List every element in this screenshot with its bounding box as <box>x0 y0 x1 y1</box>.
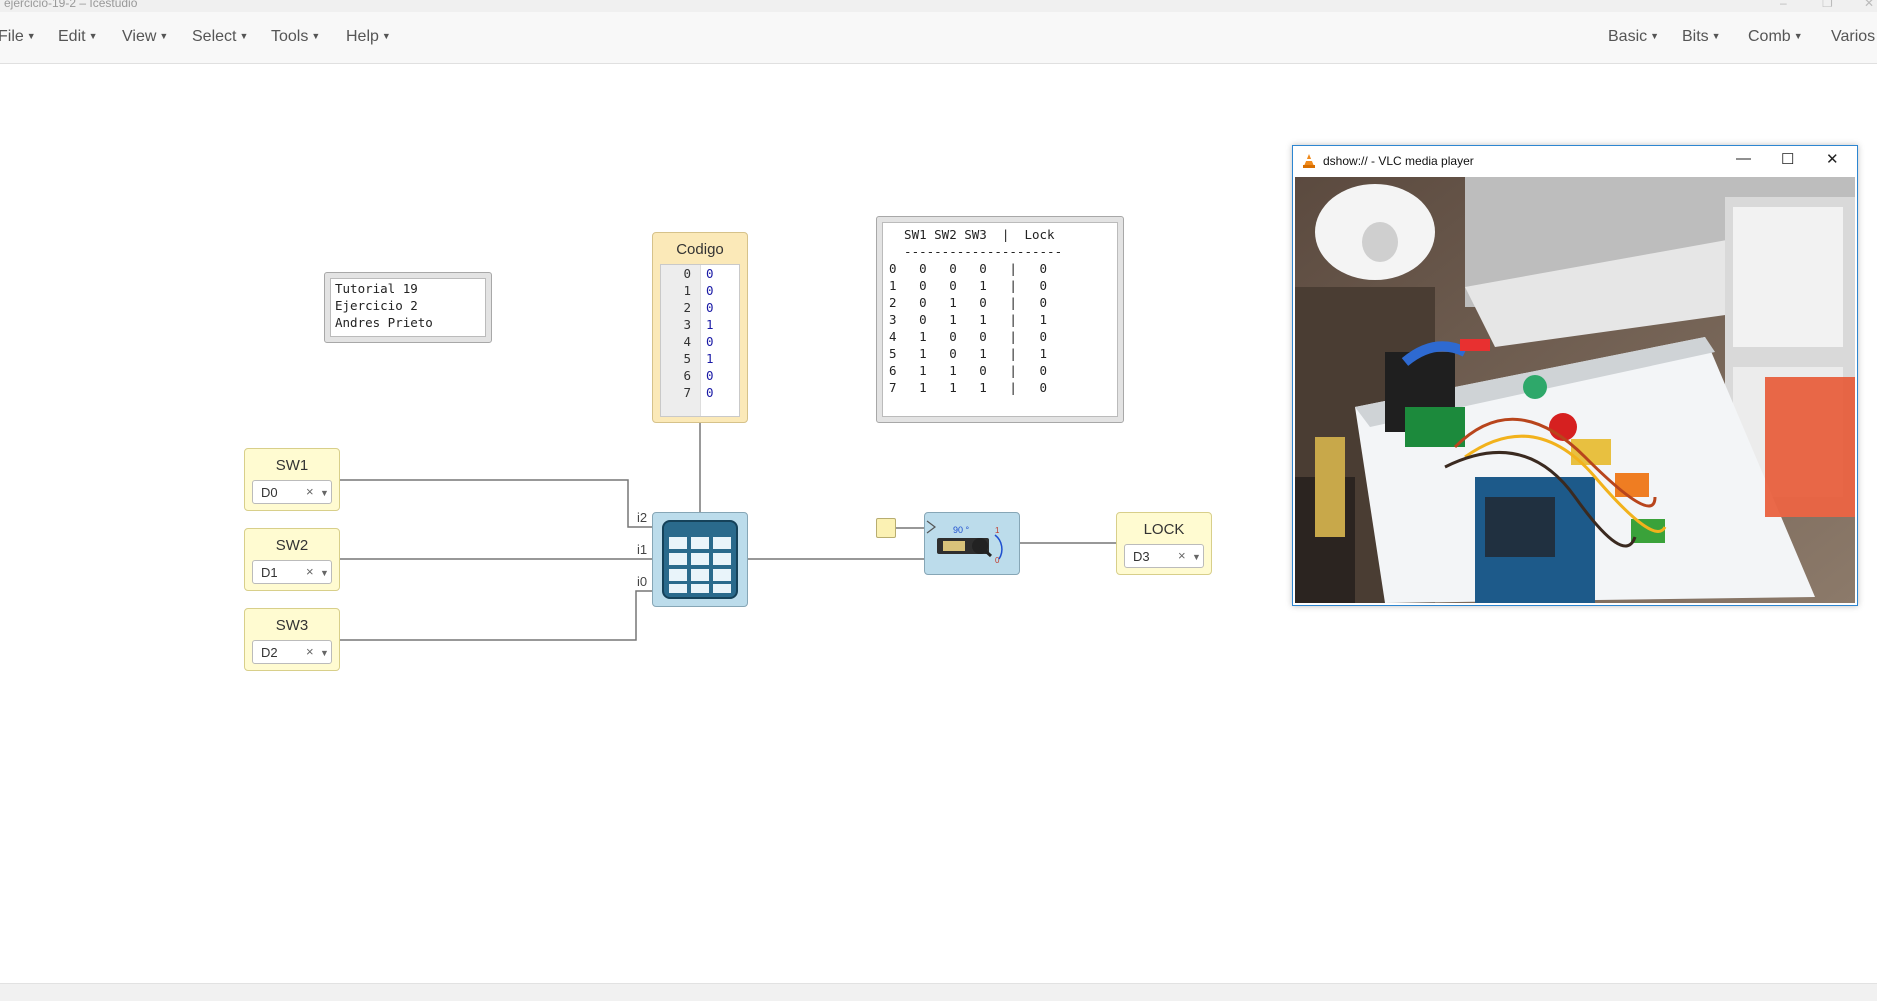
memory-address: 1 <box>683 283 691 298</box>
vlc-maximize-button[interactable]: ☐ <box>1781 150 1794 168</box>
servo-block[interactable]: 90 ° 1 0 <box>924 512 1020 575</box>
memory-address: 5 <box>683 351 691 366</box>
memory-value: 0 <box>706 300 714 315</box>
block-label: Codigo <box>676 241 724 258</box>
block-label: SW3 <box>275 617 309 634</box>
clear-icon[interactable]: × <box>1178 548 1186 563</box>
block-label: SW2 <box>275 537 309 554</box>
pin-select[interactable]: D0 × ▼ <box>252 480 332 504</box>
memory-value: 0 <box>706 283 714 298</box>
vlc-cone-icon <box>1303 154 1315 168</box>
vlc-window[interactable]: dshow:// - VLC media player — ☐ ✕ <box>1292 145 1858 606</box>
input-block-sw2[interactable]: SW2 D1 × ▼ <box>244 528 340 591</box>
clear-icon[interactable]: × <box>306 564 314 579</box>
memory-row: 51 <box>661 351 741 368</box>
table-icon <box>662 520 738 599</box>
memory-row: 70 <box>661 385 741 402</box>
pin-value: D0 <box>261 485 278 500</box>
comment-note[interactable]: Tutorial 19 Ejercicio 2 Andres Prieto <box>324 272 492 343</box>
pin-value: D1 <box>261 565 278 580</box>
chevron-down-icon[interactable]: ▼ <box>320 648 329 658</box>
memory-address: 4 <box>683 334 691 349</box>
memory-row: 20 <box>661 300 741 317</box>
port-label-i2: i2 <box>637 510 648 525</box>
note-line: Andres Prieto <box>335 315 433 330</box>
pin-select[interactable]: D1 × ▼ <box>252 560 332 584</box>
constant-block[interactable] <box>876 518 896 538</box>
camera-feed-image <box>1295 177 1855 603</box>
memory-editor[interactable]: 00 10 20 31 40 51 60 70 <box>660 264 740 417</box>
vlc-titlebar[interactable]: dshow:// - VLC media player — ☐ ✕ <box>1293 146 1857 176</box>
status-bar <box>0 983 1877 1001</box>
pin-value: D2 <box>261 645 278 660</box>
pin-select[interactable]: D3 × ▼ <box>1124 544 1204 568</box>
memory-row: 00 <box>661 266 741 283</box>
pin-value: D3 <box>1133 549 1150 564</box>
pin-select[interactable]: D2 × ▼ <box>252 640 332 664</box>
memory-address: 2 <box>683 300 691 315</box>
wire-sw1[interactable] <box>340 479 652 528</box>
codigo-memory-block[interactable]: Codigo 00 10 20 31 40 51 60 70 <box>652 232 748 423</box>
vlc-close-button[interactable]: ✕ <box>1826 150 1839 168</box>
input-block-sw3[interactable]: SW3 D2 × ▼ <box>244 608 340 671</box>
block-label: SW1 <box>275 457 309 474</box>
memory-row: 60 <box>661 368 741 385</box>
truth-table-text: SW1 SW2 SW3 | Lock ---------------------… <box>882 222 1118 417</box>
memory-address: 3 <box>683 317 691 332</box>
memory-value: 0 <box>706 334 714 349</box>
note-text: Tutorial 19 Ejercicio 2 Andres Prieto <box>330 278 486 337</box>
memory-value: 0 <box>706 266 714 281</box>
clear-icon[interactable]: × <box>306 644 314 659</box>
port-label-i0: i0 <box>637 574 648 589</box>
memory-row: 10 <box>661 283 741 300</box>
rom-block[interactable] <box>652 512 748 607</box>
input-block-sw1[interactable]: SW1 D0 × ▼ <box>244 448 340 511</box>
note-line: Tutorial 19 <box>335 281 418 296</box>
memory-value: 1 <box>706 351 714 366</box>
memory-value: 0 <box>706 385 714 400</box>
note-line: Ejercicio 2 <box>335 298 418 313</box>
wire-sw3[interactable] <box>340 590 652 641</box>
memory-value: 0 <box>706 368 714 383</box>
chevron-down-icon[interactable]: ▼ <box>1192 552 1201 562</box>
servo-angle-label: 90 ° <box>953 525 970 535</box>
clear-icon[interactable]: × <box>306 484 314 499</box>
memory-address: 7 <box>683 385 691 400</box>
truth-table-note[interactable]: SW1 SW2 SW3 | Lock ---------------------… <box>876 216 1124 423</box>
chevron-down-icon[interactable]: ▼ <box>320 568 329 578</box>
port-label-i1: i1 <box>637 542 648 557</box>
memory-value: 1 <box>706 317 714 332</box>
video-frame[interactable] <box>1295 177 1855 603</box>
memory-address: 0 <box>683 266 691 281</box>
vlc-title: dshow:// - VLC media player <box>1323 154 1474 168</box>
memory-row: 40 <box>661 334 741 351</box>
vlc-minimize-button[interactable]: — <box>1736 150 1751 167</box>
block-label: LOCK <box>1143 521 1185 538</box>
memory-address: 6 <box>683 368 691 383</box>
chevron-down-icon[interactable]: ▼ <box>320 488 329 498</box>
servo-icon: 90 ° 1 0 <box>926 520 1003 565</box>
memory-row: 31 <box>661 317 741 334</box>
servo-max-label: 1 <box>995 526 1000 535</box>
output-block-lock[interactable]: LOCK D3 × ▼ <box>1116 512 1212 575</box>
